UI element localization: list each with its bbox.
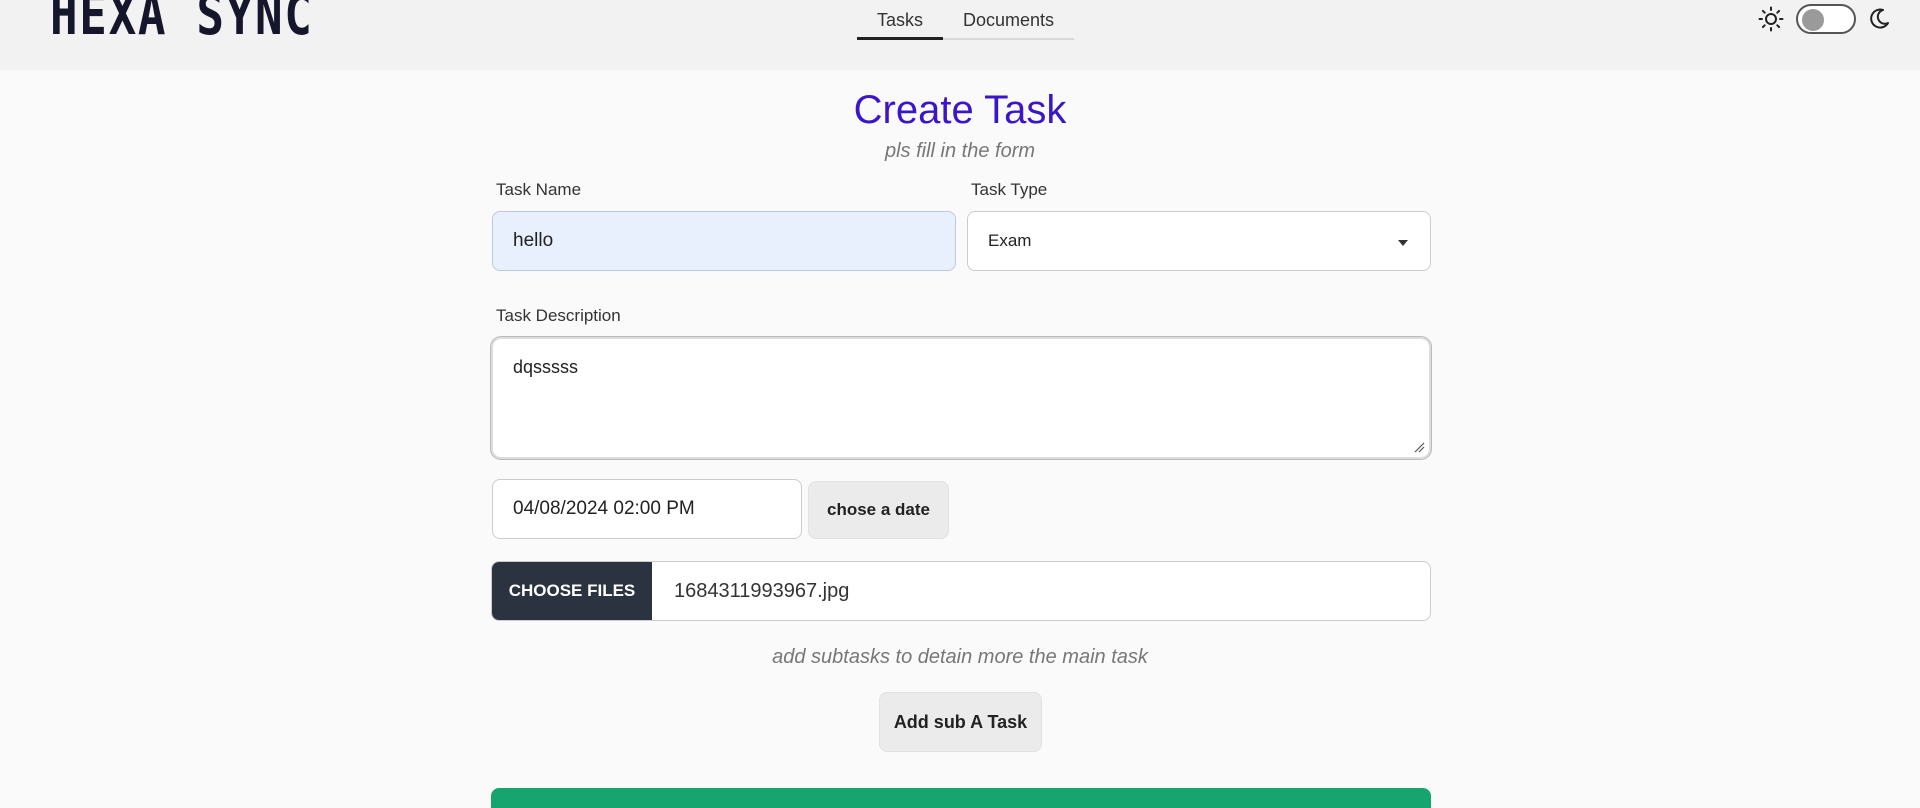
sun-icon xyxy=(1758,6,1784,32)
page-title: Create Task xyxy=(853,88,1067,132)
submit-button[interactable] xyxy=(491,788,1431,808)
task-type-label: Task Type xyxy=(971,180,1048,199)
task-type-value: Exam xyxy=(988,231,1032,250)
tab-documents[interactable]: Documents xyxy=(943,0,1074,40)
file-name: 1684311993967.jpg xyxy=(674,579,850,602)
choose-date-button[interactable]: chose a date xyxy=(808,481,949,539)
add-subtask-button[interactable]: Add sub A Task xyxy=(879,692,1042,752)
date-value: 04/08/2024 02:00 PM xyxy=(513,498,695,519)
moon-icon xyxy=(1870,8,1889,29)
resize-handle-icon[interactable] xyxy=(1413,441,1425,453)
task-name-value: hello xyxy=(513,230,554,251)
choose-files-button[interactable]: CHOOSE FILES xyxy=(492,562,652,620)
page-subtitle: pls fill in the form xyxy=(884,140,1036,162)
file-upload: CHOOSE FILES 1684311993967.jpg xyxy=(491,561,1431,621)
task-name-input[interactable]: hello xyxy=(492,211,956,271)
dropdown-arrow-icon xyxy=(1398,240,1408,246)
task-description-textarea[interactable]: dqsssss xyxy=(491,337,1431,459)
theme-toggle[interactable] xyxy=(1796,4,1856,34)
app-logo[interactable]: HEXA SYNC xyxy=(50,0,314,46)
task-description-label: Task Description xyxy=(496,306,621,325)
task-description-value: dqsssss xyxy=(513,357,579,377)
toggle-knob xyxy=(1802,9,1824,31)
nav-tabs: Tasks Documents xyxy=(857,0,1075,40)
task-type-select[interactable]: Exam xyxy=(967,211,1431,271)
subtasks-hint: add subtasks to detain more the main tas… xyxy=(772,646,1148,668)
theme-controls xyxy=(1758,4,1890,34)
tab-tasks[interactable]: Tasks xyxy=(857,0,944,40)
top-bar: HEXA SYNC Tasks Documents xyxy=(0,0,1920,70)
date-input[interactable]: 04/08/2024 02:00 PM xyxy=(492,479,802,539)
task-name-label: Task Name xyxy=(496,180,582,199)
